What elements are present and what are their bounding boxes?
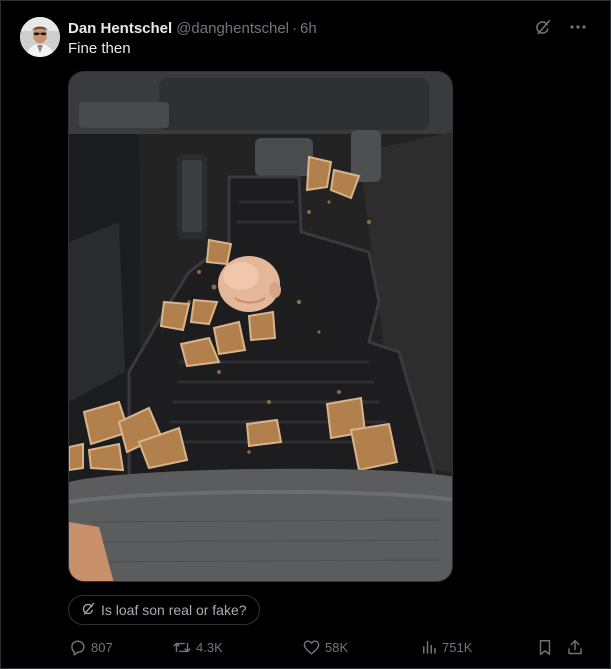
like-icon [303, 639, 320, 655]
share-icon [568, 639, 582, 654]
tweet-header: Dan Hentschel @danghentschel · 6h [68, 18, 541, 38]
like-button[interactable]: 58K [302, 636, 348, 658]
author-display-name[interactable]: Dan Hentschel [68, 20, 172, 37]
tweet-top-actions [531, 16, 589, 38]
repost-icon [173, 642, 191, 652]
share-button[interactable] [566, 636, 584, 658]
grok-icon [81, 602, 95, 619]
tweet-timestamp[interactable]: 6h [300, 20, 317, 37]
like-count: 58K [325, 639, 349, 655]
author-handle[interactable]: @danghentschel [176, 20, 289, 37]
grok-prompt-label: Is loaf son real or fake? [101, 602, 247, 618]
tweet-media-image[interactable] [68, 71, 453, 582]
view-count: 751K [442, 639, 473, 655]
repost-button[interactable]: 4.3K [172, 636, 223, 658]
views-button[interactable]: 751K [420, 636, 472, 658]
tweet-text: Fine then [68, 40, 131, 57]
more-icon[interactable] [567, 16, 589, 38]
views-icon [423, 641, 436, 654]
reply-count: 807 [91, 639, 113, 655]
avatar[interactable] [20, 17, 60, 57]
reply-icon [71, 639, 85, 656]
bookmark-icon [539, 639, 551, 655]
avatar-image [20, 17, 60, 57]
tweet[interactable]: Dan Hentschel @danghentschel · 6h Fine t… [0, 0, 611, 669]
separator-dot: · [292, 19, 298, 37]
grok-icon[interactable] [531, 16, 553, 38]
tweet-action-bar: 807 4.3K 58K 751K [68, 636, 588, 658]
repost-count: 4.3K [196, 639, 223, 655]
reply-button[interactable]: 807 [68, 636, 113, 658]
bookmark-button[interactable] [536, 636, 554, 658]
grok-prompt-button[interactable]: Is loaf son real or fake? [68, 595, 260, 625]
car-floor-photo [69, 72, 452, 581]
